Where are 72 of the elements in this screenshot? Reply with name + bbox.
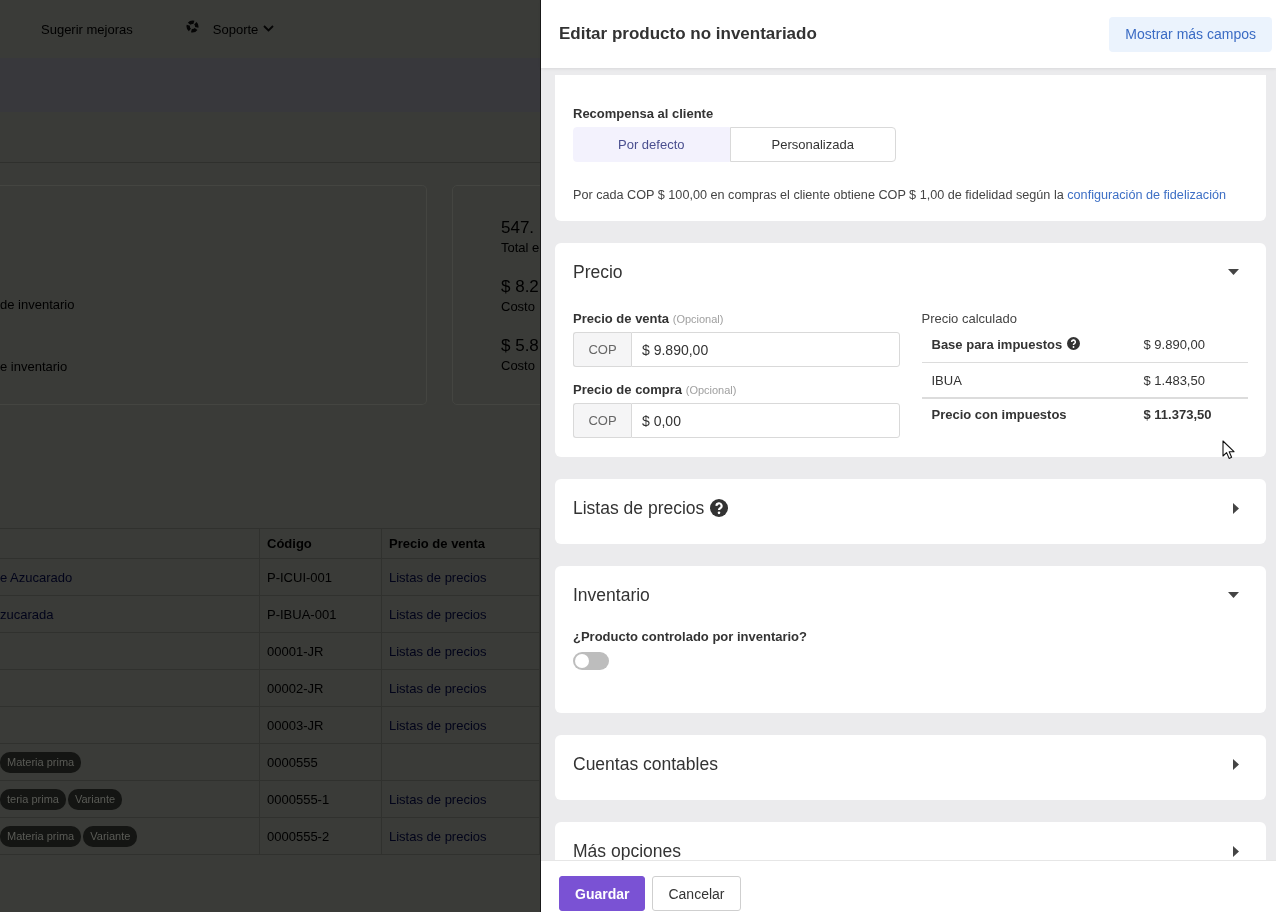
field-label: Recompensa al cliente xyxy=(573,106,715,122)
price-input[interactable]: $ 0,00 xyxy=(631,403,900,438)
tag: Variante xyxy=(83,825,138,847)
price-list-link[interactable]: Listas de precios xyxy=(389,643,487,659)
field-label: Precio de compra (Opcional) xyxy=(573,382,738,398)
product-code: 00003-JR xyxy=(267,717,324,733)
currency-addon: COP xyxy=(573,403,631,438)
show-more-fields-button[interactable]: Mostrar más campos xyxy=(1109,16,1272,52)
cancel-button[interactable]: Cancelar xyxy=(652,876,741,911)
column-header: Código xyxy=(267,536,312,551)
price-list-link[interactable]: Listas de precios xyxy=(389,828,487,844)
stat-label: de inventario xyxy=(0,297,76,313)
stat-value: $ 5.8 xyxy=(501,335,540,357)
tag: Materia prima xyxy=(0,751,82,773)
section-title: Precio xyxy=(573,261,623,284)
loyalty-note: Por cada COP $ 100,00 en compras el cliente obtiene COP $ 1,00 de fidelidad según la configuración de fidelización xyxy=(573,188,1228,203)
caret-down-icon[interactable] xyxy=(1228,592,1239,598)
field-label: ¿Producto controlado por inventario? xyxy=(573,629,808,645)
section-title: Cuentas contables xyxy=(573,753,718,776)
calc-label: IBUA xyxy=(931,372,962,388)
help-icon[interactable] xyxy=(1067,337,1081,350)
calc-value: $ 1.483,50 xyxy=(1143,372,1206,388)
product-name-link[interactable]: e Azucarado xyxy=(0,569,73,585)
lifebuoy-icon xyxy=(185,20,199,33)
product-code: 0000555-2 xyxy=(267,828,330,844)
price-list-link[interactable]: Listas de precios xyxy=(389,717,487,733)
caret-right-icon[interactable] xyxy=(1233,758,1239,770)
field-label: Precio de venta (Opcional) xyxy=(573,311,725,327)
column-header: Precio de venta xyxy=(389,536,486,551)
product-code: 00002-JR xyxy=(267,680,324,696)
product-code: P-IBUA-001 xyxy=(267,606,337,622)
price-list-link[interactable]: Listas de precios xyxy=(389,791,487,807)
section-title: Listas de precios xyxy=(573,497,705,520)
calc-value: $ 11.373,50 xyxy=(1143,406,1213,422)
calc-value: $ 9.890,00 xyxy=(1143,337,1206,352)
product-code: 0000555-1 xyxy=(267,791,330,807)
product-code: 00001-JR xyxy=(267,643,324,659)
caret-right-icon[interactable] xyxy=(1233,502,1239,514)
segment-option[interactable]: Por defecto xyxy=(573,127,730,162)
stat-label: e inventario xyxy=(0,359,69,375)
segment-option[interactable]: Personalizada xyxy=(729,127,896,162)
loyalty-settings-link[interactable]: configuración de fidelización xyxy=(1067,188,1227,202)
price-list-link[interactable]: Listas de precios xyxy=(389,680,487,696)
stat-label: Total e xyxy=(501,239,540,257)
product-name-link[interactable]: zucarada xyxy=(0,606,54,622)
tag: Variante xyxy=(67,788,123,810)
drawer-title: Editar producto no inventariado xyxy=(559,24,817,44)
stat-value: 547. xyxy=(501,217,536,239)
price-list-link[interactable]: Listas de precios xyxy=(389,606,487,622)
tag: Materia prima xyxy=(0,825,82,847)
help-icon[interactable] xyxy=(710,499,729,517)
currency-addon: COP xyxy=(573,332,631,367)
price-list-link[interactable]: Listas de precios xyxy=(389,569,487,585)
save-button[interactable]: Guardar xyxy=(559,876,646,911)
toggle-switch[interactable] xyxy=(573,652,609,670)
calc-label: Precio con impuestos xyxy=(931,406,1067,422)
stat-label: Costo xyxy=(501,357,536,375)
tag: teria prima xyxy=(0,788,66,810)
nav-link[interactable]: Sugerir mejoras xyxy=(41,21,133,37)
price-input[interactable]: $ 9.890,00 xyxy=(631,332,900,367)
section-title: Más opciones xyxy=(573,840,681,860)
product-code: P-ICUI-001 xyxy=(267,569,333,585)
section-title: Inventario xyxy=(573,584,650,607)
chevron-down-icon xyxy=(263,24,275,32)
stat-value: $ 8.2 xyxy=(501,276,540,298)
caret-down-icon[interactable] xyxy=(1228,269,1239,275)
stat-label: Costo xyxy=(501,298,536,316)
caret-right-icon[interactable] xyxy=(1233,845,1239,857)
calc-title: Precio calculado xyxy=(921,311,1018,327)
calc-label: Base para impuestos xyxy=(931,337,1063,352)
product-code: 0000555 xyxy=(267,754,318,770)
support-menu[interactable]: Soporte xyxy=(185,19,275,37)
